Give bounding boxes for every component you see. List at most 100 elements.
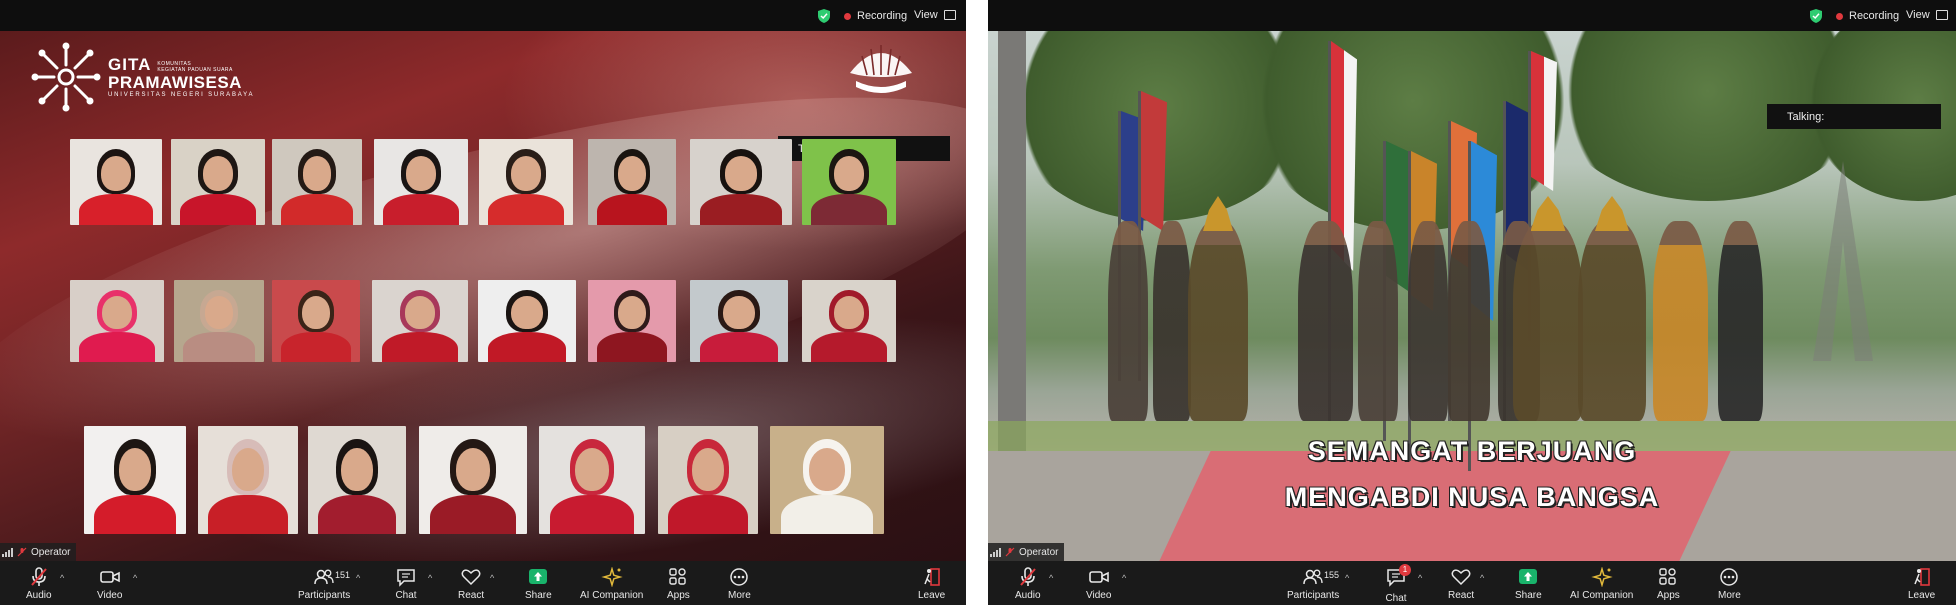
logo-line2: PRAMAWISESA	[108, 73, 242, 92]
share-label: Share	[525, 590, 552, 601]
participant-tile	[272, 280, 360, 362]
sparkle-icon	[600, 567, 623, 587]
share-screen-icon	[1519, 569, 1538, 584]
participant-tile	[478, 280, 576, 362]
marcher	[1448, 221, 1490, 421]
video-button[interactable]: Video	[97, 567, 122, 601]
audio-options-chevron-icon[interactable]: ^	[60, 573, 64, 583]
leave-door-icon	[1913, 568, 1930, 586]
participant-tile	[272, 139, 362, 225]
audio-options-chevron-icon[interactable]: ^	[1049, 573, 1053, 583]
participants-options-chevron-icon[interactable]: ^	[1345, 573, 1349, 583]
video-label: Video	[97, 590, 123, 601]
react-button[interactable]: React	[1448, 567, 1474, 601]
shield-icon	[818, 9, 830, 23]
zoom-window-choir: Recording View GITA KOMUNITAS KEGIATAN P…	[0, 0, 966, 605]
operator-name-tag: Operator	[0, 543, 77, 561]
participant-tile	[479, 139, 573, 225]
apps-button[interactable]: Apps	[667, 567, 690, 601]
ai-companion-label: AI Companion	[580, 590, 644, 601]
ai-companion-button[interactable]: AI Companion	[580, 567, 643, 601]
participant-tile	[374, 139, 468, 225]
participants-count: 151	[335, 570, 351, 580]
more-button[interactable]: More	[1718, 567, 1741, 601]
audio-button[interactable]: Audio	[1015, 567, 1041, 601]
audio-label: Audio	[26, 590, 52, 601]
recording-indicator[interactable]: Recording	[1810, 9, 1899, 23]
grid-icon	[1935, 10, 1948, 20]
marcher	[1718, 221, 1763, 421]
leave-button[interactable]: Leave	[1908, 567, 1935, 601]
leave-button[interactable]: Leave	[918, 567, 945, 601]
participant-tile	[802, 139, 896, 225]
apps-button[interactable]: Apps	[1657, 567, 1680, 601]
marcher	[1513, 221, 1583, 421]
marcher	[1108, 221, 1148, 421]
participant-tile	[770, 426, 884, 534]
participant-tile	[588, 139, 676, 225]
chat-options-chevron-icon[interactable]: ^	[1418, 573, 1422, 583]
flag	[1531, 51, 1557, 191]
chat-bubble-icon	[397, 569, 415, 587]
participant-tile	[419, 426, 527, 534]
participant-tile	[70, 139, 162, 225]
ai-companion-button[interactable]: AI Companion	[1570, 567, 1633, 601]
chat-button[interactable]: 1 Chat	[1385, 564, 1411, 604]
audio-button[interactable]: Audio	[26, 567, 52, 601]
recording-label: Recording	[857, 10, 908, 22]
more-button[interactable]: More	[728, 567, 751, 601]
react-options-chevron-icon[interactable]: ^	[1480, 573, 1484, 583]
participant-tile	[171, 139, 265, 225]
view-button[interactable]: View	[1906, 9, 1948, 21]
participant-tile	[70, 280, 164, 362]
heart-icon	[1451, 569, 1471, 586]
gold-crown	[1595, 196, 1629, 231]
view-label: View	[914, 9, 938, 21]
leave-label: Leave	[1908, 590, 1936, 601]
flag	[1141, 91, 1167, 231]
muted-mic-icon	[17, 547, 27, 557]
participant-tile	[690, 280, 788, 362]
muted-mic-icon	[31, 567, 47, 586]
video-options-chevron-icon[interactable]: ^	[133, 573, 137, 583]
video-options-chevron-icon[interactable]: ^	[1122, 573, 1126, 583]
top-bar: Recording View	[988, 0, 1956, 31]
share-button[interactable]: Share	[1515, 567, 1542, 601]
participants-label: Participants	[1287, 590, 1340, 601]
apps-icon	[1659, 568, 1677, 585]
participant-tile	[174, 280, 264, 362]
react-label: React	[1448, 590, 1475, 601]
chat-options-chevron-icon[interactable]: ^	[428, 573, 432, 583]
recording-indicator[interactable]: Recording	[818, 9, 907, 23]
marcher	[1408, 221, 1448, 421]
participants-label: Participants	[298, 590, 351, 601]
subtitle-line2: MENGABDI NUSA BANGSA	[1284, 482, 1660, 512]
chat-unread-badge: 1	[1399, 564, 1411, 576]
talking-indicator: Talking:	[1767, 104, 1941, 129]
view-button[interactable]: View	[914, 9, 956, 21]
participant-tile	[802, 280, 896, 362]
apps-label: Apps	[1657, 590, 1680, 601]
operator-label: Operator	[1019, 546, 1059, 558]
gita-logo-icon	[31, 42, 101, 112]
leave-label: Leave	[918, 590, 946, 601]
marcher	[1653, 221, 1708, 421]
share-label: Share	[1515, 590, 1542, 601]
video-camera-icon	[1088, 571, 1109, 583]
marcher	[1298, 221, 1353, 421]
share-button[interactable]: Share	[525, 567, 552, 601]
video-camera-icon	[99, 571, 120, 583]
participant-tile	[539, 426, 645, 534]
logo-university: UNIVERSITAS NEGERI SURABAYA	[108, 92, 255, 98]
react-button[interactable]: React	[458, 567, 484, 601]
recording-label: Recording	[1849, 10, 1900, 22]
signal-icon	[2, 547, 13, 557]
recording-dot-icon	[1836, 12, 1843, 20]
video-button[interactable]: Video	[1086, 567, 1111, 601]
participants-options-chevron-icon[interactable]: ^	[356, 573, 360, 583]
ai-companion-label: AI Companion	[1570, 590, 1634, 601]
chat-label: Chat	[395, 590, 417, 601]
video-stage: SEMANGAT BERJUANG MENGABDI NUSA BANGSA T…	[988, 31, 1956, 561]
react-options-chevron-icon[interactable]: ^	[490, 573, 494, 583]
chat-button[interactable]: Chat	[395, 567, 417, 601]
